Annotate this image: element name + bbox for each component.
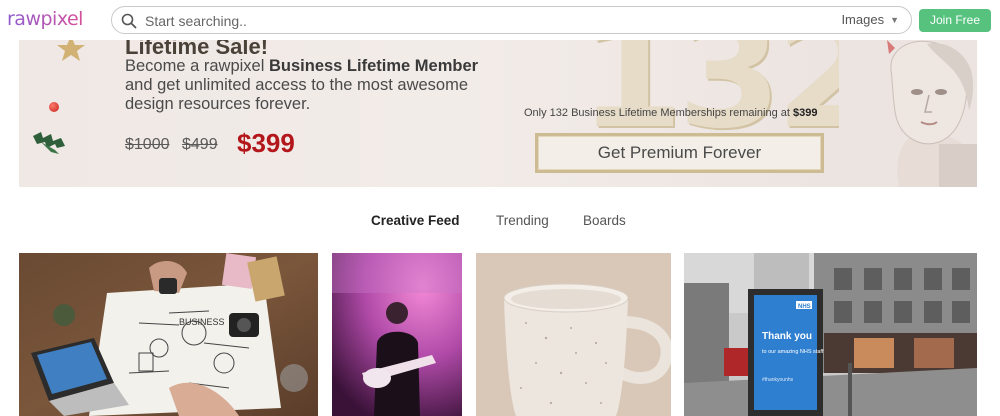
search-scope-dropdown[interactable]: Images ▼ (841, 12, 899, 27)
chevron-down-icon: ▼ (890, 14, 899, 25)
banner-text-intro: Become a rawpixel (125, 57, 269, 75)
greek-statue-image (839, 40, 977, 187)
ornament-ball-icon (49, 102, 59, 112)
search-bar[interactable]: Images ▼ (111, 6, 912, 34)
join-free-button[interactable]: Join Free (919, 9, 991, 32)
promo-banner[interactable]: 132 Lifetime Sale! Become a rawpixel Bus… (19, 40, 977, 187)
feed-tabs: Creative Feed Trending Boards (0, 210, 1000, 232)
desk-photo-image: BUSINESS (19, 253, 318, 416)
top-bar: rawpixel Images ▼ Join Free (0, 0, 1000, 40)
search-input[interactable] (145, 11, 785, 30)
search-icon[interactable] (121, 13, 137, 29)
feed-image-ceramic-mug[interactable] (476, 253, 671, 416)
rawpixel-logo[interactable]: rawpixel (7, 8, 83, 30)
svg-text:BUSINESS: BUSINESS (179, 317, 225, 327)
tab-boards[interactable]: Boards (583, 213, 626, 228)
sale-price: $399 (237, 128, 295, 158)
sign-tag: #thankyounhs (762, 377, 794, 383)
remaining-text: Only 132 Business Lifetime Memberships r… (524, 107, 794, 119)
holly-leaf-icon (33, 132, 65, 154)
get-premium-button[interactable]: Get Premium Forever (535, 133, 824, 173)
sign-title: Thank you (762, 331, 812, 342)
nhs-logo: NHS (798, 304, 811, 310)
tab-creative-feed[interactable]: Creative Feed (371, 213, 460, 228)
street-photo-image: NHS Thank you to our amazing NHS staff #… (684, 253, 977, 416)
feed-image-desk-planning[interactable]: BUSINESS (19, 253, 318, 416)
gold-star-decoration-icon (57, 40, 85, 61)
sign-body: to our amazing NHS staff (762, 349, 824, 355)
feed-image-nhs-street[interactable]: NHS Thank you to our amazing NHS staff #… (684, 253, 977, 416)
tab-trending[interactable]: Trending (496, 213, 549, 228)
guitarist-photo-image (332, 253, 462, 416)
old-price-1: $1000 (125, 136, 170, 153)
banner-description: Become a rawpixel Business Lifetime Memb… (125, 57, 495, 114)
remaining-memberships-text: Only 132 Business Lifetime Memberships r… (524, 107, 818, 119)
remaining-price: $399 (793, 107, 818, 119)
feed-image-guitarist[interactable] (332, 253, 462, 416)
search-scope-label: Images (841, 12, 885, 27)
old-price-2: $499 (182, 136, 218, 153)
mug-photo-image (476, 253, 671, 416)
banner-text-rest: and get unlimited access to the most awe… (125, 76, 469, 113)
banner-membership-name: Business Lifetime Member (268, 57, 479, 75)
